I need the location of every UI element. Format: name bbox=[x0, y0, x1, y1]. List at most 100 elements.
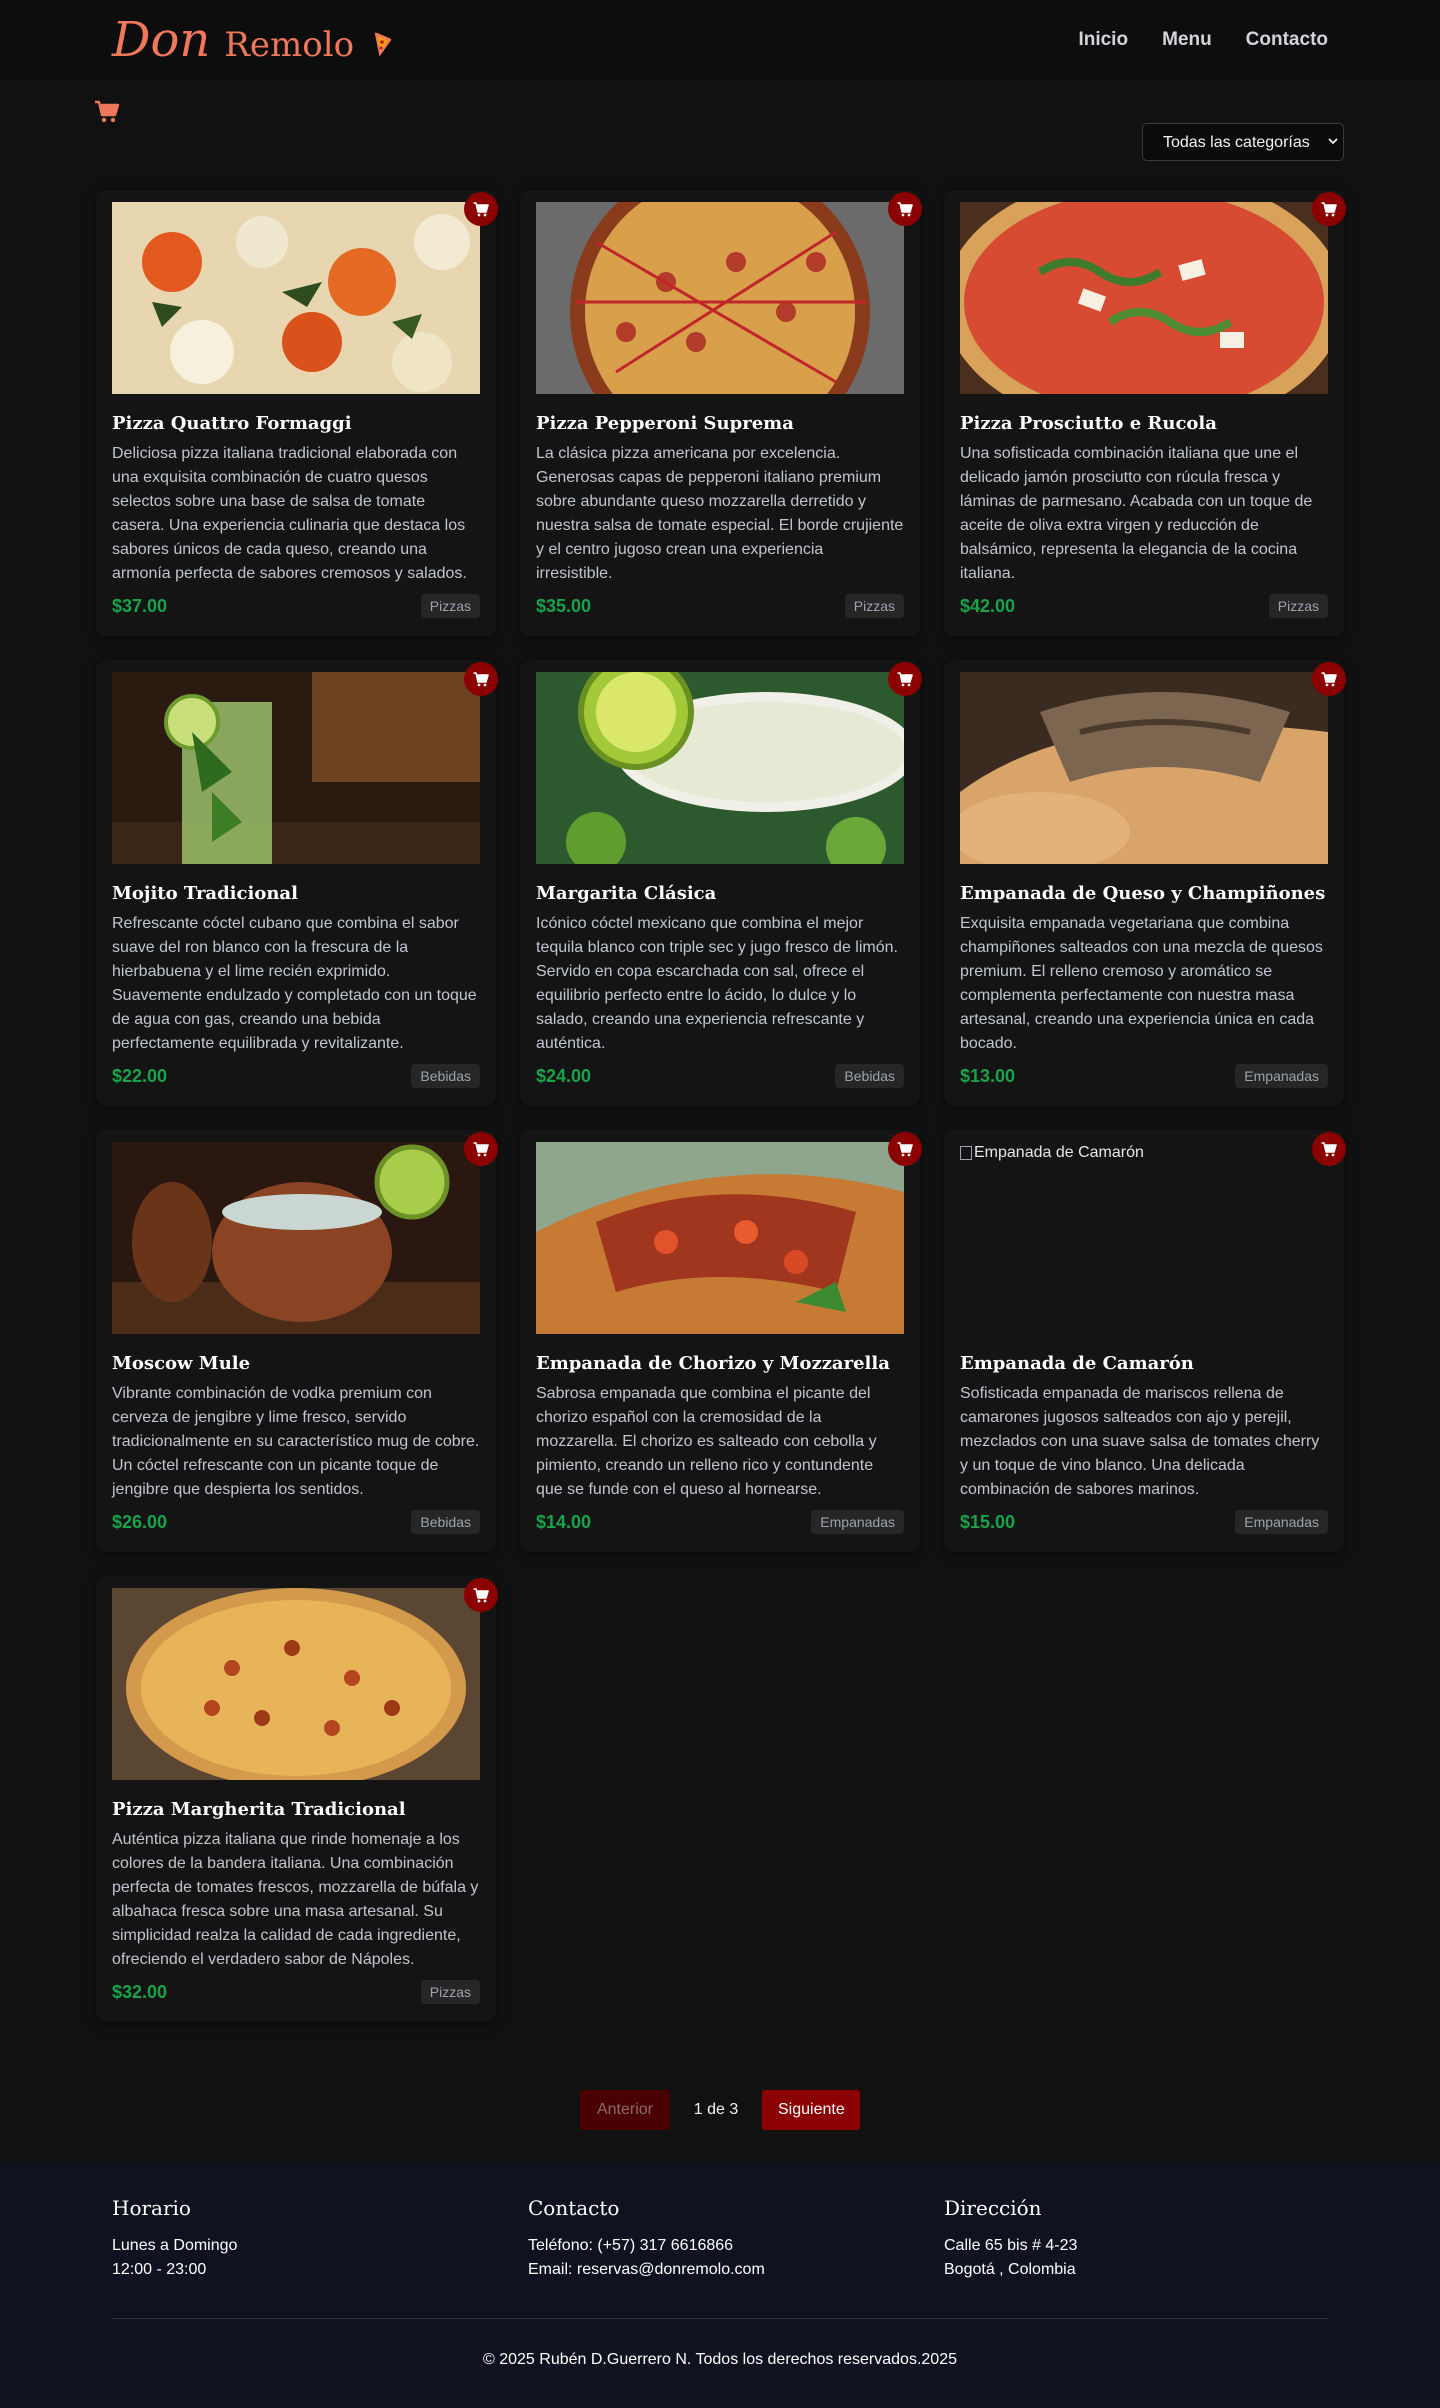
product-image bbox=[536, 672, 904, 864]
category-badge: Pizzas bbox=[420, 594, 480, 618]
cart-icon bbox=[473, 1141, 489, 1156]
product-description: Una sofisticada combinación italiana que… bbox=[960, 445, 1313, 582]
brand-word-don: Don bbox=[112, 12, 211, 68]
product-footer: $22.00 Bebidas bbox=[112, 1064, 480, 1088]
product-card: Empanada de Camarón Empanada de Camarón … bbox=[944, 1130, 1346, 1552]
product-price: $35.00 bbox=[536, 595, 592, 616]
product-footer: $42.00 Pizzas bbox=[960, 594, 1328, 618]
brand-word-remolo: Remolo bbox=[224, 25, 355, 65]
footer-email[interactable]: Email: reservas@donremolo.com bbox=[528, 2258, 944, 2282]
product-price: $26.00 bbox=[112, 1511, 168, 1532]
category-badge: Bebidas bbox=[835, 1064, 904, 1088]
category-badge: Pizzas bbox=[844, 594, 904, 618]
pagination: Anterior 1 de 3 Siguiente bbox=[0, 2090, 1440, 2130]
category-badge: Bebidas bbox=[411, 1510, 480, 1534]
product-title: Empanada de Chorizo y Mozzarella bbox=[536, 1353, 890, 1374]
nav-link-menu[interactable]: Menu bbox=[1162, 29, 1212, 51]
product-image bbox=[536, 1142, 904, 1334]
product-footer: $35.00 Pizzas bbox=[536, 594, 904, 618]
product-footer: $14.00 Empanadas bbox=[536, 1510, 904, 1534]
product-title: Moscow Mule bbox=[112, 1353, 251, 1374]
product-image bbox=[112, 672, 480, 864]
footer-divider bbox=[112, 2318, 1328, 2319]
copyright-text: © 2025 Rubén D.Guerrero N. Todos los der… bbox=[483, 2351, 957, 2368]
product-image bbox=[112, 1588, 480, 1780]
add-to-cart-button[interactable] bbox=[888, 662, 922, 696]
product-price: $22.00 bbox=[112, 1065, 168, 1086]
product-footer: $24.00 Bebidas bbox=[536, 1064, 904, 1088]
product-image bbox=[112, 1142, 480, 1334]
nav-link-contacto[interactable]: Contacto bbox=[1246, 29, 1328, 51]
footer-days: Lunes a Domingo bbox=[112, 2237, 238, 2254]
product-title: Mojito Tradicional bbox=[112, 883, 298, 904]
product-title: Empanada de Camarón bbox=[960, 1353, 1194, 1374]
prev-page-button[interactable]: Anterior bbox=[580, 2090, 670, 2130]
footer-hours: 12:00 - 23:00 bbox=[112, 2261, 207, 2278]
brand-logo[interactable]: Don Remolo bbox=[112, 12, 394, 68]
add-to-cart-button[interactable] bbox=[888, 1132, 922, 1166]
product-footer: $13.00 Empanadas bbox=[960, 1064, 1328, 1088]
product-description: Auténtica pizza italiana que rinde homen… bbox=[112, 1831, 479, 1968]
main-nav: Inicio Menu Contacto bbox=[1078, 29, 1328, 51]
cart-icon bbox=[897, 671, 913, 686]
product-description: Exquisita empanada vegetariana que combi… bbox=[960, 915, 1323, 1052]
page-indicator: 1 de 3 bbox=[693, 2101, 739, 2118]
site-header: Don Remolo Inicio Menu Contacto bbox=[0, 0, 1440, 80]
add-to-cart-button[interactable] bbox=[888, 192, 922, 226]
category-badge: Empanadas bbox=[1235, 1510, 1328, 1534]
cart-icon bbox=[897, 1141, 913, 1156]
product-description: Sofisticada empanada de mariscos rellena… bbox=[960, 1385, 1320, 1498]
footer-heading-horario: Horario bbox=[112, 2196, 191, 2220]
product-title: Pizza Pepperoni Suprema bbox=[536, 413, 794, 434]
product-image: Empanada de Camarón bbox=[960, 1142, 1328, 1334]
broken-image-icon bbox=[960, 1146, 972, 1160]
footer-city: Bogotá , Colombia bbox=[944, 2261, 1076, 2278]
cart-icon bbox=[473, 201, 489, 216]
product-price: $37.00 bbox=[112, 595, 168, 616]
footer-horario: Horario Lunes a Domingo 12:00 - 23:00 bbox=[112, 2196, 528, 2282]
product-footer: $32.00 Pizzas bbox=[112, 1980, 480, 2004]
product-card: Empanada de Chorizo y Mozzarella Sabrosa… bbox=[520, 1130, 922, 1552]
product-footer: $15.00 Empanadas bbox=[960, 1510, 1328, 1534]
product-image bbox=[536, 202, 904, 394]
shopping-cart-icon[interactable] bbox=[94, 100, 120, 124]
add-to-cart-button[interactable] bbox=[1312, 662, 1346, 696]
add-to-cart-button[interactable] bbox=[464, 1132, 498, 1166]
category-badge: Empanadas bbox=[1235, 1064, 1328, 1088]
product-footer: $37.00 Pizzas bbox=[112, 594, 480, 618]
pizza-slice-icon bbox=[372, 30, 394, 57]
product-description: Vibrante combinación de vodka premium co… bbox=[112, 1385, 480, 1498]
product-description: Sabrosa empanada que combina el picante … bbox=[536, 1385, 877, 1498]
product-price: $14.00 bbox=[536, 1511, 592, 1532]
category-filter-select[interactable]: Todas las categorías bbox=[1142, 123, 1344, 161]
category-badge: Pizzas bbox=[420, 1980, 480, 2004]
product-description: Icónico cóctel mexicano que combina el m… bbox=[536, 915, 898, 1052]
product-card: Pizza Margherita Tradicional Auténtica p… bbox=[96, 1576, 498, 2022]
product-card: Empanada de Queso y Champiñones Exquisit… bbox=[944, 660, 1346, 1106]
product-card: Moscow Mule Vibrante combinación de vodk… bbox=[96, 1130, 498, 1552]
add-to-cart-button[interactable] bbox=[1312, 192, 1346, 226]
cart-icon bbox=[897, 201, 913, 216]
footer-phone[interactable]: Teléfono: (+57) 317 6616866 bbox=[528, 2234, 944, 2258]
product-grid: Pizza Quattro Formaggi Deliciosa pizza i… bbox=[96, 190, 1346, 2046]
add-to-cart-button[interactable] bbox=[1312, 1132, 1346, 1166]
add-to-cart-button[interactable] bbox=[464, 1578, 498, 1612]
add-to-cart-button[interactable] bbox=[464, 192, 498, 226]
product-title: Pizza Prosciutto e Rucola bbox=[960, 413, 1217, 434]
add-to-cart-button[interactable] bbox=[464, 662, 498, 696]
next-page-button[interactable]: Siguiente bbox=[762, 2090, 860, 2130]
product-footer: $26.00 Bebidas bbox=[112, 1510, 480, 1534]
product-price: $13.00 bbox=[960, 1065, 1016, 1086]
product-card: Pizza Quattro Formaggi Deliciosa pizza i… bbox=[96, 190, 498, 636]
footer-direccion: Dirección Calle 65 bis # 4-23 Bogotá , C… bbox=[944, 2196, 1360, 2282]
cart-icon bbox=[1321, 1141, 1337, 1156]
product-card: Pizza Prosciutto e Rucola Una sofisticad… bbox=[944, 190, 1346, 636]
product-card: Pizza Pepperoni Suprema La clásica pizza… bbox=[520, 190, 922, 636]
product-title: Pizza Quattro Formaggi bbox=[112, 413, 352, 434]
broken-image: Empanada de Camarón bbox=[960, 1142, 1328, 1334]
nav-link-inicio[interactable]: Inicio bbox=[1078, 29, 1128, 51]
cart-icon bbox=[473, 1587, 489, 1602]
image-alt-text: Empanada de Camarón bbox=[974, 1144, 1144, 1161]
product-image bbox=[960, 672, 1328, 864]
category-badge: Empanadas bbox=[811, 1510, 904, 1534]
